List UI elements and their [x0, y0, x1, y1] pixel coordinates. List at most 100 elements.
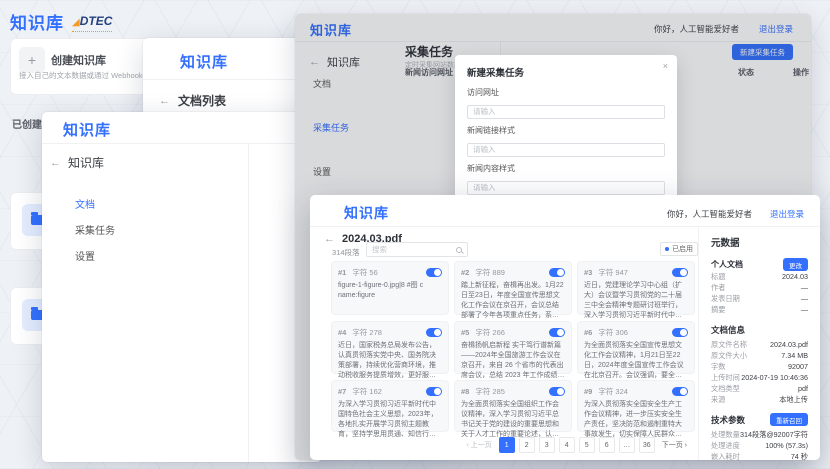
field-label-link-pattern: 新闻链接样式: [467, 125, 665, 136]
re-recall-button[interactable]: 重新召回: [770, 413, 808, 426]
chunk-id: #3: [584, 268, 592, 277]
chunk-id: #6: [584, 328, 592, 337]
content-pattern-field[interactable]: [467, 181, 665, 195]
field-label-url: 访问网址: [467, 87, 665, 98]
kb-window: 知识库 ← 知识库 文档 采集任务 设置: [42, 112, 322, 462]
chunk-card[interactable]: #3 字符 947 近日，党建理论学习中心组（扩大）会议暨学习贯彻党的二十届三中…: [577, 261, 695, 315]
kb-window-logo: 知识库: [63, 119, 111, 140]
sidebar-item-settings[interactable]: 设置: [75, 248, 95, 263]
pagination-page[interactable]: 2: [519, 437, 535, 453]
chunk-text: 近日，党建理论学习中心组（扩大）会议暨学习贯彻党的二十届三中全会精神专题研讨班举…: [584, 281, 688, 322]
chunk-toggle[interactable]: [672, 268, 688, 277]
chunk-text: 为全面贯彻落实全国宣传思想文化工作会议精神，1月21日至22日，2024年度全国…: [584, 341, 688, 382]
pagination-ellipsis[interactable]: …: [619, 437, 635, 453]
meta-value: 本地上传: [779, 394, 808, 405]
pagination-page[interactable]: 6: [599, 437, 615, 453]
create-kb-title: 创建知识库: [51, 52, 106, 68]
sidebar-item-tasks[interactable]: 采集任务: [75, 222, 115, 237]
chunk-toggle[interactable]: [672, 328, 688, 337]
meta-label: 原文件名称: [711, 339, 747, 350]
brand-text: DTEC: [80, 14, 113, 28]
meta-value: 2024.03: [782, 271, 808, 282]
pagination-page[interactable]: 3: [539, 437, 555, 453]
doc-type-label: 个人文档: [711, 259, 743, 270]
paragraph-count: 314段落: [332, 247, 360, 258]
chunk-id: #5: [461, 328, 469, 337]
meta-label: 标题: [711, 271, 725, 282]
meta-value: 100% (57.3s): [765, 440, 808, 451]
close-icon[interactable]: ×: [663, 61, 668, 71]
doc-window: 知识库 你好，人工智能爱好者 退出登录 ← 2024.03.pdf 314段落 …: [310, 195, 820, 460]
modal-title: 新建采集任务: [467, 65, 665, 79]
chunk-text: 为全面贯彻落实全国组织工作会议精神，深入学习贯彻习近平总书记关于党的建设的重要思…: [461, 400, 565, 441]
doc-window-logo: 知识库: [344, 203, 389, 223]
chunk-char-count: 字符 162: [352, 386, 382, 397]
field-label-content-pattern: 新闻内容样式: [467, 163, 665, 174]
search-box[interactable]: [366, 242, 468, 257]
chunk-card[interactable]: #7 字符 162 为深入学习贯彻习近平新时代中国特色社会主义思想，2023年，…: [331, 380, 449, 432]
status-filter-chip[interactable]: 已启用: [660, 242, 698, 256]
chunk-char-count: 字符 285: [475, 386, 505, 397]
meta-value: —: [801, 282, 808, 293]
pagination-page[interactable]: 4: [559, 437, 575, 453]
chunk-card[interactable]: #5 字符 266 奋楫扬帆启新程 实干笃行谱新篇——2024年全国旅游工作会议…: [454, 321, 572, 374]
new-task-modal: 新建采集任务 × 访问网址 新闻链接样式 新闻内容样式 任务名称 是否定时执行 …: [455, 55, 677, 209]
pagination-page[interactable]: 5: [579, 437, 595, 453]
meta-value: pdf: [798, 383, 808, 394]
logout-link[interactable]: 退出登录: [770, 208, 804, 220]
app-logo: 知识库: [10, 9, 64, 34]
search-input[interactable]: [372, 245, 456, 254]
pagination-next[interactable]: 下一页 ›: [659, 437, 690, 453]
back-icon[interactable]: ←: [50, 157, 61, 169]
chunk-toggle[interactable]: [549, 387, 565, 396]
chunk-text: 踏上新征程，奋楫再出发。1月22日至23日，年度全国宣传思想文化工作会议在京召开…: [461, 281, 565, 322]
chunk-card[interactable]: #8 字符 285 为全面贯彻落实全国组织工作会议精神，深入学习贯彻习近平总书记…: [454, 380, 572, 432]
chunk-toggle[interactable]: [549, 328, 565, 337]
enabled-dot-icon: [665, 247, 669, 251]
pagination-page[interactable]: 1: [499, 437, 515, 453]
chunk-toggle[interactable]: [672, 387, 688, 396]
chunk-card[interactable]: #1 字符 56 figure-1-figure-0.jpg|8 #图 c na…: [331, 261, 449, 315]
meta-value: —: [801, 304, 808, 315]
chunk-char-count: 字符 324: [598, 386, 628, 397]
chunk-char-count: 字符 889: [475, 267, 505, 278]
plus-icon: +: [19, 47, 45, 73]
pagination-page[interactable]: 36: [639, 437, 655, 453]
meta-label: 嵌入耗时: [711, 451, 740, 460]
meta-label: 处理进度: [711, 440, 740, 451]
meta-label: 摘要: [711, 304, 725, 315]
url-field[interactable]: [467, 105, 665, 119]
pagination-prev[interactable]: ‹ 上一页: [463, 437, 494, 453]
chunk-card[interactable]: #2 字符 889 踏上新征程，奋楫再出发。1月22日至23日，年度全国宣传思想…: [454, 261, 572, 315]
chunk-id: #1: [338, 268, 346, 277]
chunk-card[interactable]: #6 字符 306 为全面贯彻落实全国宣传思想文化工作会议精神，1月21日至22…: [577, 321, 695, 374]
pagination: ‹ 上一页 1 2 3 4 5 6 … 36 下一页 ›: [463, 437, 690, 453]
meta-value: 92007: [788, 361, 808, 372]
back-icon[interactable]: ←: [159, 95, 170, 107]
meta-label: 原文件大小: [711, 350, 747, 361]
link-pattern-field[interactable]: [467, 143, 665, 157]
chunk-toggle[interactable]: [426, 268, 442, 277]
meta-value: 7.34 MB: [781, 350, 808, 361]
sidebar-item-docs[interactable]: 文档: [75, 196, 95, 211]
chunk-card[interactable]: #9 字符 324 为深入贯彻落实全国安全生产工作会议精神，进一步压实安全生产责…: [577, 380, 695, 432]
chunk-char-count: 字符 306: [598, 327, 628, 338]
back-icon[interactable]: ←: [324, 233, 335, 245]
chunk-toggle[interactable]: [426, 387, 442, 396]
chunk-text: 为深入贯彻落实全国安全生产工作会议精神，进一步压实安全生产责任，坚决防范和遏制重…: [584, 400, 688, 441]
doclist-window-logo: 知识库: [180, 51, 228, 72]
meta-label: 文档类型: [711, 383, 740, 394]
chunk-text: figure-1-figure-0.jpg|8 #图 c name:figure: [338, 281, 442, 301]
tech-params-title: 技术参数: [711, 414, 745, 426]
chunk-char-count: 字符 56: [352, 267, 377, 278]
metadata-edit-button[interactable]: 更改: [783, 258, 808, 271]
chunk-id: #7: [338, 387, 346, 396]
chunk-toggle[interactable]: [426, 328, 442, 337]
search-icon: [456, 247, 462, 253]
chunk-char-count: 字符 266: [475, 327, 505, 338]
chunk-toggle[interactable]: [549, 268, 565, 277]
meta-label: 上传时间: [711, 372, 740, 383]
chunk-id: #4: [338, 328, 346, 337]
chunk-card[interactable]: #4 字符 278 近日，国家税务总局发布公告，认真贯彻落实党中央、国务院决策部…: [331, 321, 449, 374]
meta-value: 314段落@92007字符: [740, 429, 808, 440]
